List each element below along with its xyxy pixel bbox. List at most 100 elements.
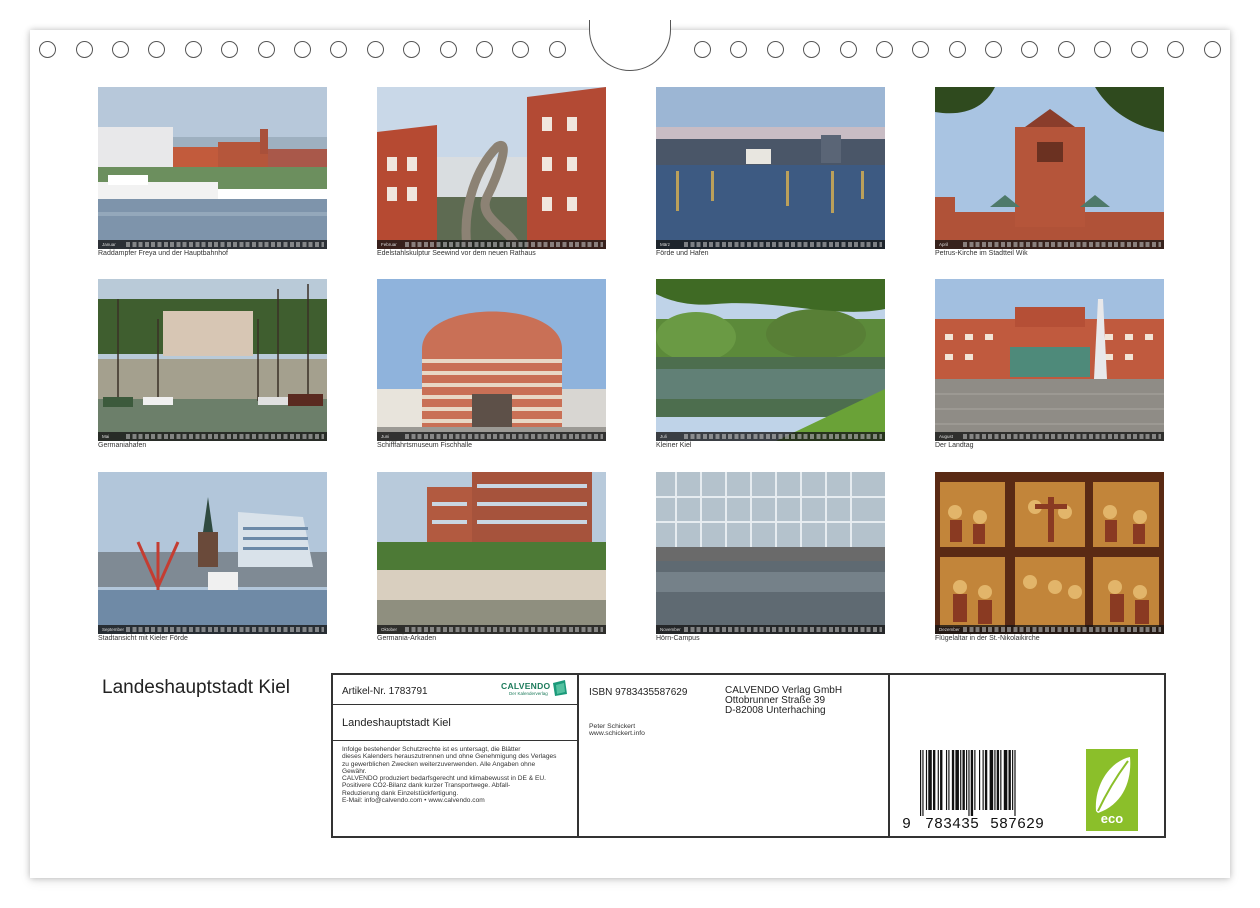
imprint-panel: Artikel-Nr. 1783791 CALVENDO Der Kalende… [331,673,1166,838]
barcode-bar [940,750,943,810]
barcode-digits-left: 783435 [925,816,980,833]
barcode-bar [962,750,965,810]
legal-line: Infolge bestehender Schutzrechte ist es … [342,746,521,753]
eco-badge: eco [1086,749,1138,831]
author-info: Peter Schickert www.schickert.info [589,723,645,738]
calvendo-logo-subtitle: Der Kalenderverlag [509,691,548,696]
binding-hole [912,41,929,58]
binding-hole [440,41,457,58]
article-row: Artikel-Nr. 1783791 CALVENDO Der Kalende… [333,675,577,705]
binding-hole [76,41,93,58]
day-grid [405,627,603,632]
barcode-bar [994,750,996,810]
imprint-column-middle: ISBN 9783435587629 CALVENDO Verlag GmbH … [579,675,890,836]
month-label: März [660,242,670,247]
binding-hole [1094,41,1111,58]
month-label: Januar [102,242,116,247]
day-grid [684,434,882,439]
photo-caption: Germania-Arkaden [377,635,437,642]
day-grid [405,434,603,439]
photo-caption: Germaniahafen [98,442,147,449]
barcode-bar [955,750,959,810]
calendar-subtitle: Landeshauptstadt Kiel [342,717,451,729]
barcode-bar [984,750,988,810]
ean-barcode: 9 783435 587629 [902,750,1050,833]
binding-hole [803,41,820,58]
publisher-address: CALVENDO Verlag GmbH Ottobrunner Straße … [725,685,842,717]
author-name: Peter Schickert [589,723,636,730]
calendar-title: Landeshauptstadt Kiel [102,677,291,698]
legal-line: CALVENDO produziert bedarfsgerecht und k… [342,775,547,783]
binding-hole [148,41,165,58]
day-grid [126,242,324,247]
binding-hole [1058,41,1075,58]
binding-hole [1021,41,1038,58]
barcode-bars [920,750,1016,816]
binding-hole [39,41,56,58]
day-grid [963,242,1161,247]
legal-notice: Infolge bestehender Schutzrechte ist es … [342,746,577,804]
legal-line: zu gewerblichen Zwecken weiterzuverwende… [342,760,536,768]
photo-august: August [935,279,1164,441]
photo-caption: Stadtansicht mit Kieler Förde [98,635,188,642]
month-calendar-strip: Januar [98,240,327,249]
legal-line: E-Mail: info@calvendo.com • www.calvendo… [342,797,485,805]
barcode-bar [968,750,970,816]
month-calendar-strip: September [98,625,327,634]
binding-hole [549,41,566,58]
day-grid [684,242,882,247]
barcode-bar [979,750,981,810]
binding-hole [403,41,420,58]
author-website: www.schickert.info [589,730,645,738]
photo-january: Januar [98,87,327,249]
barcode-bar [960,750,962,810]
barcode-bar [1008,750,1011,810]
month-label: April [939,242,949,247]
imprint-column-left: Artikel-Nr. 1783791 CALVENDO Der Kalende… [333,675,579,836]
month-calendar-strip: August [935,432,1164,441]
photo-november: November [656,472,885,634]
barcode-bar [945,750,948,810]
photo-march: März [656,87,885,249]
barcode-bar [928,750,932,810]
month-label: November [660,627,681,632]
photo-october: Oktober [377,472,606,634]
binding-hole [1204,41,1221,58]
binding-hole [767,41,784,58]
binding-hole [294,41,311,58]
month-label: Juni [381,434,390,439]
binding-hole [876,41,893,58]
month-label: Mai [102,434,110,439]
day-grid [963,434,1161,439]
barcode-bar [966,750,968,810]
month-label: September [102,627,124,632]
binding-hole [476,41,493,58]
photo-caption: Schifffahrtsmuseum Fischhalle [377,442,473,449]
barcode-bar [920,750,922,816]
article-number: Artikel-Nr. 1783791 [342,686,428,697]
photo-december: Dezember [935,472,1164,634]
photo-june: Juni [377,279,606,441]
barcode-bar [1012,750,1014,810]
photo-may: Mai [98,279,327,441]
barcode-bar [989,750,994,810]
isbn: ISBN 9783435587629 [589,687,688,698]
binding-hole [1131,41,1148,58]
barcode-bar [925,750,928,810]
barcode-bar [1003,750,1008,810]
barcode-bar [951,750,955,810]
photo-february: Februar [377,87,606,249]
photo-caption: Petrus-Kirche im Stadtteil Wik [935,250,1028,257]
barcode-bar [937,750,939,810]
barcode-bar [974,750,976,810]
publisher-line: D-82008 Unterhaching [725,705,826,717]
photo-caption: Hörn-Campus [656,635,700,642]
legal-line: Reduzierung dank Einzelstückfertigung. [342,789,459,797]
binding-hole [185,41,202,58]
calvendo-logo-icon [553,680,567,696]
binding-hole [330,41,347,58]
day-grid [684,627,882,632]
eco-label: eco [1100,811,1124,826]
binding-hole [694,41,711,58]
month-label: Oktober [381,627,398,632]
